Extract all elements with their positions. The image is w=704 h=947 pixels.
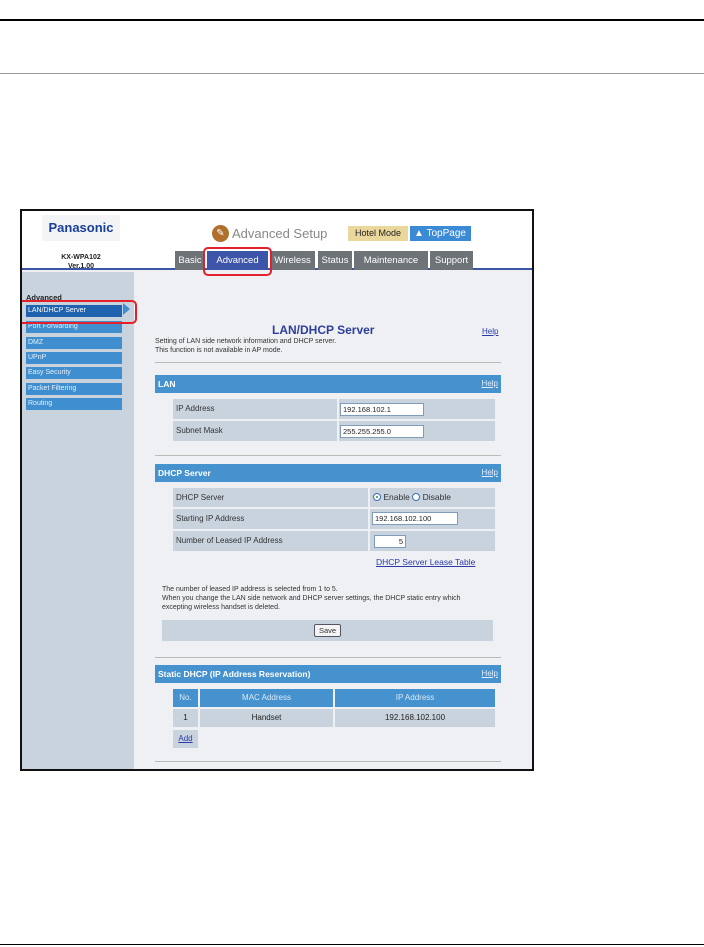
- row-no: 1: [173, 709, 198, 727]
- divider: [155, 362, 501, 363]
- col-mac: MAC Address: [200, 689, 333, 707]
- dhcp-help-link[interactable]: Help: [482, 464, 498, 482]
- save-bar: Save: [162, 620, 493, 641]
- ip-address-label: IP Address: [173, 399, 337, 419]
- router-screenshot: Panasonic KX-WPA102 Ver.1.00 ✎ Advanced Se…: [20, 209, 534, 771]
- subnet-mask-label: Subnet Mask: [173, 421, 337, 441]
- leased-count-label: Number of Leased IP Address: [173, 531, 368, 551]
- lan-title: LAN: [158, 379, 176, 389]
- lan-help-link[interactable]: Help: [482, 375, 498, 393]
- page-description: Setting of LAN side network information …: [155, 338, 337, 345]
- starting-ip-input[interactable]: 192.168.102.100: [372, 512, 458, 525]
- save-button[interactable]: Save: [313, 624, 342, 637]
- brand-logo: Panasonic: [42, 215, 120, 241]
- sidebar-item-upnp[interactable]: UPnP: [26, 352, 122, 364]
- disable-label: Disable: [422, 492, 451, 502]
- tab-support[interactable]: Support: [430, 251, 473, 270]
- ip-address-input[interactable]: 192.168.102.1: [340, 403, 424, 416]
- disable-radio[interactable]: [412, 493, 421, 501]
- wrench-icon: ✎: [212, 225, 229, 242]
- dhcp-server-radios: Enable Disable: [370, 488, 495, 507]
- top-page-label: TopPage: [426, 228, 466, 239]
- row-ip: 192.168.102.100: [335, 709, 495, 727]
- dhcp-note: When you change the LAN side network and…: [162, 595, 461, 602]
- page-help-link[interactable]: Help: [482, 327, 498, 336]
- highlight-advanced-tab: [203, 247, 272, 276]
- sidebar-item-packet-filtering[interactable]: Packet Filtering: [26, 383, 122, 395]
- bottom-rule: [0, 944, 704, 945]
- static-title: Static DHCP (IP Address Reservation): [158, 669, 311, 679]
- header-rule: [0, 73, 704, 74]
- dhcp-note: The number of leased IP address is selec…: [162, 586, 338, 593]
- tab-maintenance[interactable]: Maintenance: [354, 251, 428, 270]
- sidebar-item-easy-security[interactable]: Easy Security: [26, 367, 122, 379]
- up-arrow-icon: ▲: [414, 228, 427, 239]
- tab-status[interactable]: Status: [318, 251, 352, 270]
- static-dhcp-header: Static DHCP (IP Address Reservation) Help: [155, 665, 501, 683]
- top-rule: [0, 19, 704, 21]
- starting-ip-label: Starting IP Address: [173, 509, 368, 529]
- hotel-mode-badge[interactable]: Hotel Mode: [348, 226, 408, 241]
- dhcp-server-label: DHCP Server: [173, 488, 368, 507]
- setup-title-text: Advanced Setup: [232, 226, 328, 241]
- subnet-mask-input[interactable]: 255.255.255.0: [340, 425, 424, 438]
- divider: [155, 657, 501, 658]
- setup-title: ✎ Advanced Setup: [212, 225, 327, 242]
- lease-table-link[interactable]: DHCP Server Lease Table: [376, 557, 475, 567]
- enable-radio[interactable]: [373, 493, 381, 501]
- divider: [155, 761, 501, 762]
- static-help-link[interactable]: Help: [482, 665, 498, 683]
- sidebar-item-dmz[interactable]: DMZ: [26, 337, 122, 349]
- tab-basic[interactable]: Basic: [175, 251, 205, 270]
- top-page-button[interactable]: ▲ TopPage: [410, 226, 471, 241]
- dhcp-section-header: DHCP Server Help: [155, 464, 501, 482]
- dhcp-note: excepting wireless handset is deleted.: [162, 604, 280, 611]
- model-name: KX-WPA102: [61, 254, 101, 261]
- divider: [155, 455, 501, 456]
- lan-section-header: LAN Help: [155, 375, 501, 393]
- dhcp-title: DHCP Server: [158, 468, 211, 478]
- model-info: KX-WPA102 Ver.1.00: [42, 253, 120, 271]
- row-mac: Handset: [200, 709, 333, 727]
- tab-wireless[interactable]: Wireless: [270, 251, 315, 270]
- page-title: LAN/DHCP Server: [272, 323, 375, 337]
- leased-count-input[interactable]: 5: [374, 535, 406, 548]
- enable-label: Enable: [383, 492, 410, 502]
- highlight-sidebar-item: [22, 300, 137, 324]
- version: Ver.1.00: [67, 263, 95, 270]
- add-cell: Add: [173, 730, 198, 748]
- sidebar-item-routing[interactable]: Routing: [26, 398, 122, 410]
- page-note: This function is not available in AP mod…: [155, 347, 283, 354]
- col-no: No.: [173, 689, 198, 707]
- col-ip: IP Address: [335, 689, 495, 707]
- add-link[interactable]: Add: [178, 734, 192, 743]
